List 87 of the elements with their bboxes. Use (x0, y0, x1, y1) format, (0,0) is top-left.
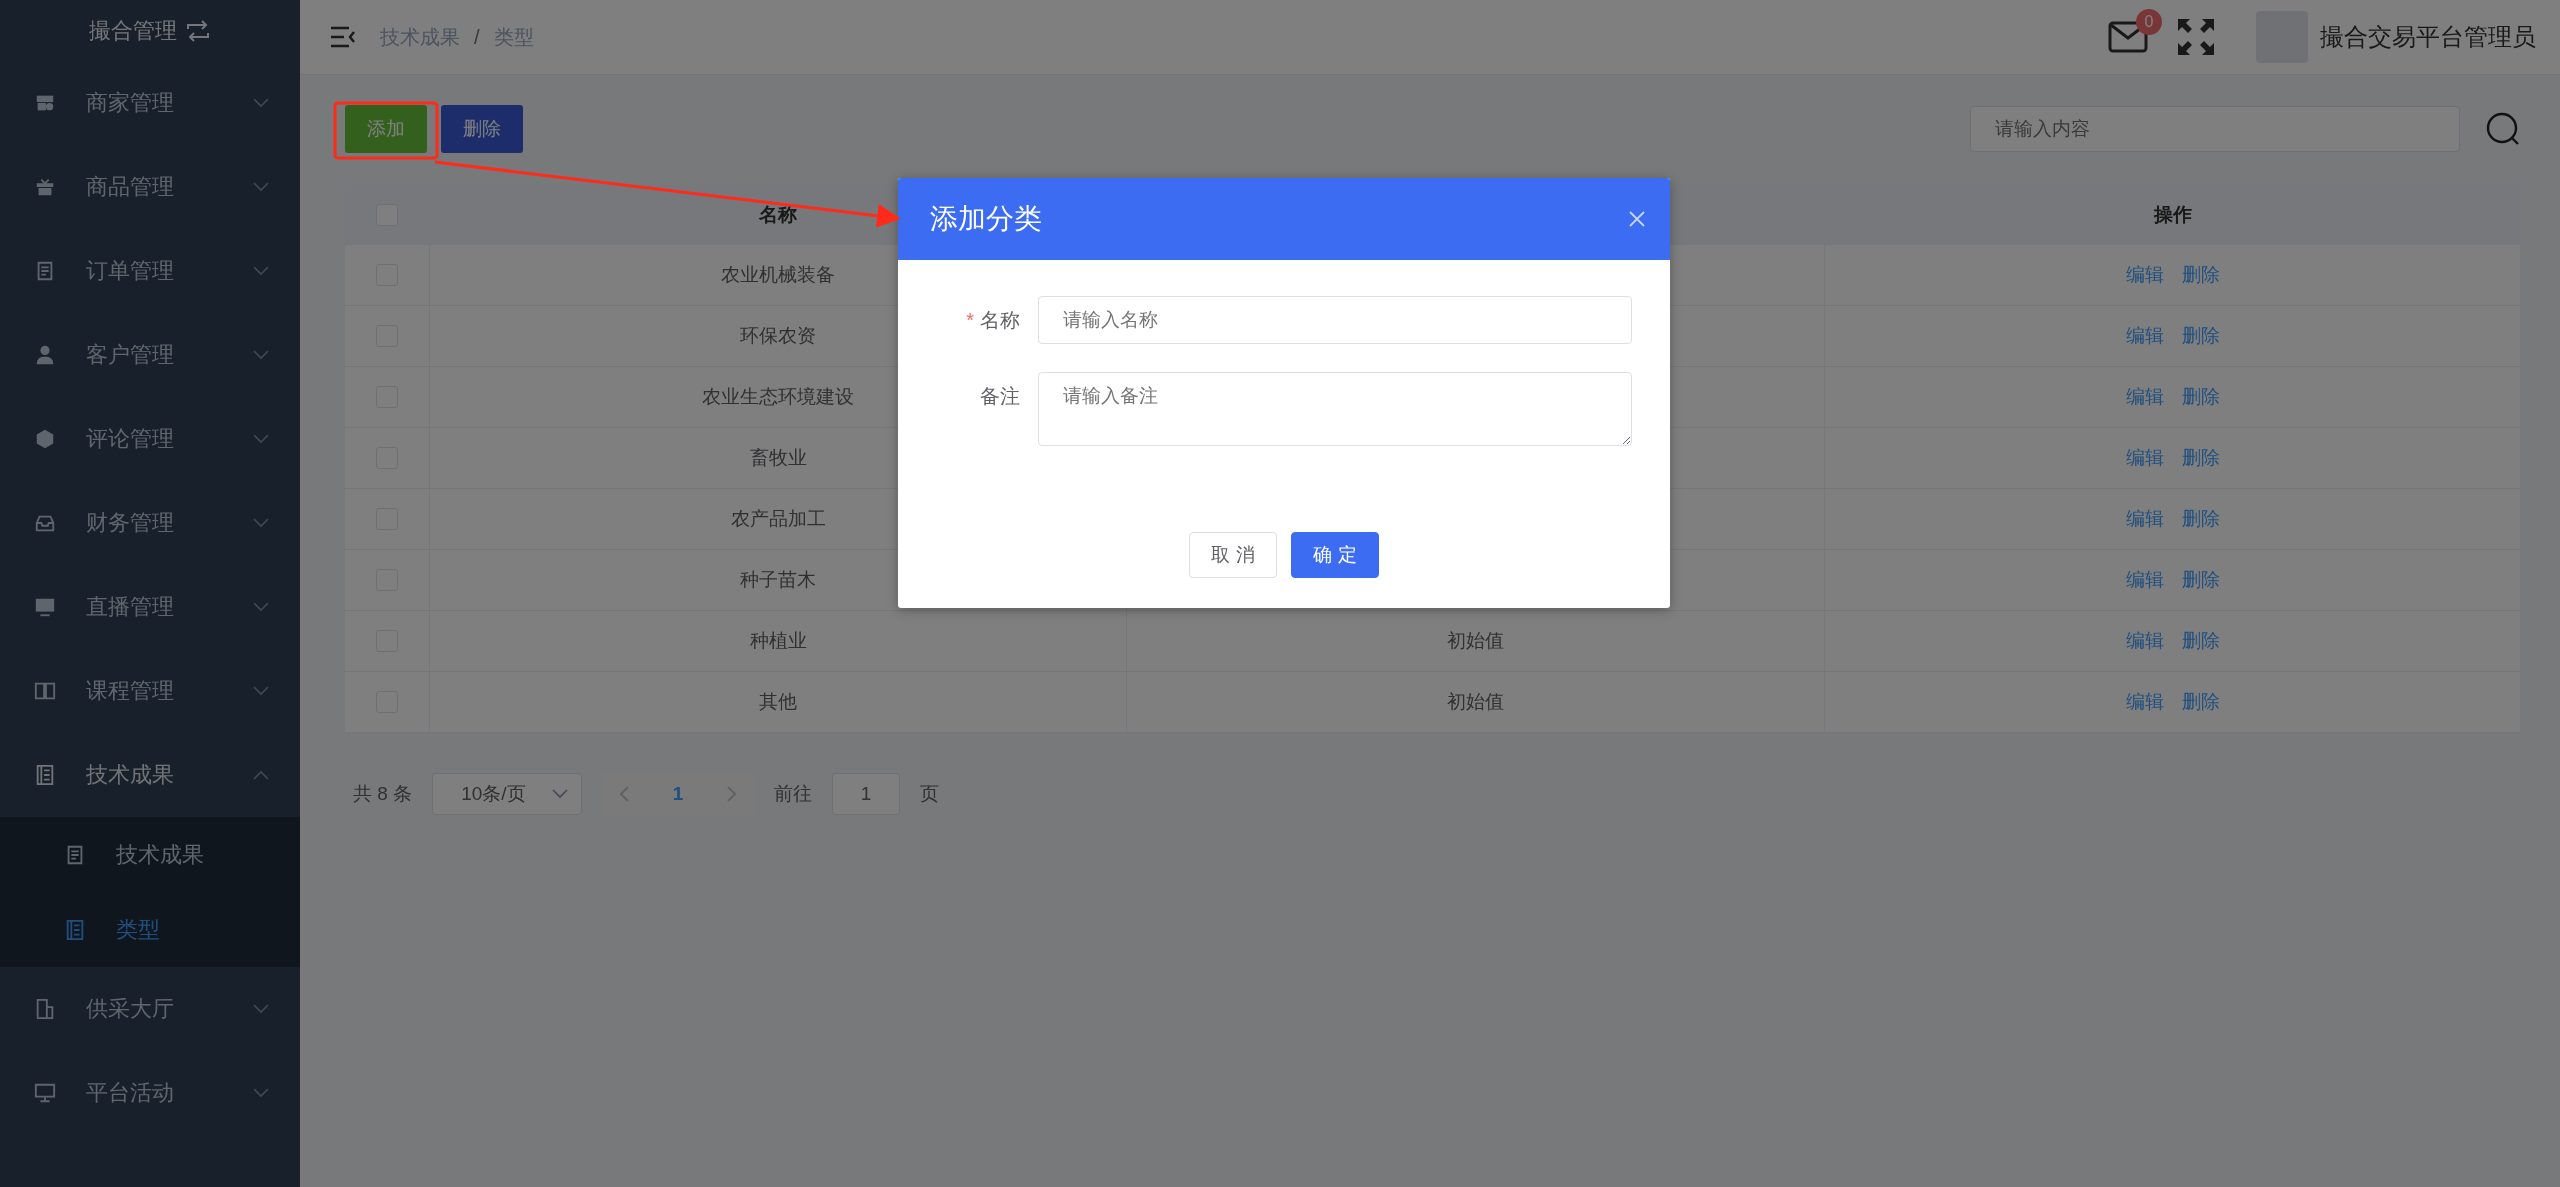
gift-icon (34, 176, 56, 198)
edit-link[interactable]: 编辑 (2125, 384, 2164, 410)
breadcrumb-separator: / (474, 25, 480, 49)
notification-badge: 0 (2136, 9, 2162, 35)
edit-link[interactable]: 编辑 (2125, 506, 2164, 532)
close-icon[interactable] (1628, 210, 1646, 228)
edit-link[interactable]: 编辑 (2125, 689, 2164, 715)
chevron-down-icon (252, 97, 270, 109)
dialog-title: 添加分类 (930, 202, 1042, 236)
chevron-down-icon (551, 788, 570, 800)
search-field[interactable]: 请输入内容 (1970, 106, 2460, 152)
sidebar-menu-item[interactable]: 商品管理 (0, 145, 300, 229)
fullscreen-icon[interactable] (2176, 17, 2216, 57)
field-label: * 名称 (965, 308, 1021, 333)
chevron-down-icon (252, 349, 270, 361)
add-button[interactable]: 添加 (345, 105, 427, 153)
edit-link[interactable]: 编辑 (2125, 323, 2164, 349)
table-cell-text: 农业生态环境建设 (702, 385, 854, 409)
hexagon-chart-icon (34, 428, 56, 450)
column-header: 操作 (2153, 202, 2192, 227)
building-icon (34, 998, 56, 1020)
book-icon (34, 680, 56, 702)
chevron-down-icon (252, 601, 270, 613)
chevron-down-icon (252, 433, 270, 445)
table-cell-text: 环保农资 (740, 324, 816, 348)
delete-link[interactable]: 删除 (2181, 323, 2220, 349)
delete-button[interactable]: 删除 (441, 105, 523, 153)
search-icon[interactable] (2486, 112, 2520, 146)
page-suffix: 页 (920, 782, 940, 806)
monitor-icon (34, 596, 56, 618)
edit-link[interactable]: 编辑 (2125, 445, 2164, 471)
list-icon (34, 764, 56, 786)
list-icon (64, 918, 86, 941)
delete-link[interactable]: 删除 (2181, 445, 2220, 471)
sidebar-submenu-item[interactable]: 技术成果 (0, 817, 300, 892)
delete-link[interactable]: 删除 (2181, 567, 2220, 593)
chevron-down-icon (252, 685, 270, 697)
sidebar-menu-item[interactable]: 直播管理 (0, 565, 300, 649)
sidebar-menu-item[interactable]: 财务管理 (0, 481, 300, 565)
sidebar-menu-item[interactable]: 供采大厅 (0, 967, 300, 1051)
sidebar-menu-item[interactable]: 课程管理 (0, 649, 300, 733)
menu-icon[interactable] (330, 26, 356, 48)
confirm-button[interactable]: 确 定 (1291, 532, 1379, 578)
user-icon (34, 344, 56, 366)
sidebar-menu-item[interactable]: 客户管理 (0, 313, 300, 397)
sidebar-menu-item[interactable]: 商家管理 (0, 61, 300, 145)
chevron-up-icon (252, 769, 270, 781)
table-cell-text: 农产品加工 (730, 507, 826, 531)
table-cell-text: 农业机械装备 (721, 263, 835, 287)
table-cell-text: 初始值 (1447, 629, 1504, 653)
chevron-down-icon (252, 1003, 270, 1015)
user-name[interactable]: 撮合交易平台管理员 (2320, 21, 2536, 53)
sidebar-title: 撮合管理 (89, 16, 177, 45)
delete-link[interactable]: 删除 (2181, 628, 2220, 654)
sidebar-submenu-item[interactable]: 类型 (0, 892, 300, 967)
delete-link[interactable]: 删除 (2181, 262, 2220, 288)
remark-field[interactable]: 请输入备注 (1038, 372, 1632, 446)
chevron-down-icon (252, 517, 270, 529)
sidebar-menu-item[interactable]: 技术成果 (0, 733, 300, 817)
total-count: 共 8 条 (353, 782, 413, 806)
table-cell-text: 初始值 (1447, 690, 1504, 714)
goto-label: 前往 (774, 782, 813, 806)
monitor-icon (34, 1082, 56, 1104)
delete-link[interactable]: 删除 (2181, 384, 2220, 410)
chevron-down-icon (252, 265, 270, 277)
delete-link[interactable]: 删除 (2181, 506, 2220, 532)
page-size-select[interactable]: 10条/页 (432, 773, 583, 815)
table-cell-text: 其他 (759, 690, 797, 714)
chevron-down-icon (252, 1087, 270, 1099)
sidebar-menu-item[interactable]: 订单管理 (0, 229, 300, 313)
column-header: 名称 (759, 202, 797, 227)
edit-link[interactable]: 编辑 (2125, 628, 2164, 654)
table-cell-text: 种子苗木 (740, 568, 816, 592)
cancel-button[interactable]: 取 消 (1189, 532, 1277, 578)
switch-icon[interactable] (185, 19, 211, 42)
table-cell-text: 种植业 (749, 629, 807, 653)
field-label: 备注 (979, 384, 1021, 409)
chevron-down-icon (252, 181, 270, 193)
sidebar-menu-item[interactable]: 平台活动 (0, 1051, 300, 1135)
name-field[interactable]: 请输入名称 (1038, 296, 1632, 344)
sidebar-menu-item[interactable]: 评论管理 (0, 397, 300, 481)
edit-link[interactable]: 编辑 (2125, 567, 2164, 593)
page-number[interactable]: 1 (646, 783, 711, 805)
table-cell-text: 畜牧业 (749, 446, 807, 470)
delete-link[interactable]: 删除 (2181, 689, 2220, 715)
edit-link[interactable]: 编辑 (2125, 262, 2164, 288)
page-input[interactable]: 1 (832, 773, 901, 815)
